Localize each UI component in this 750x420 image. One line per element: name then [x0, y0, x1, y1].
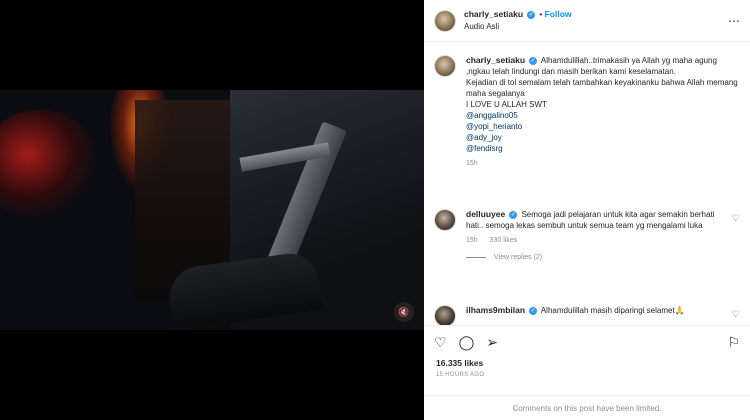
comment-time[interactable]: 15h: [466, 237, 478, 244]
likes-count[interactable]: 16.335 likes: [424, 358, 750, 368]
commenter-username[interactable]: delluuyee: [466, 209, 505, 219]
comment-like-heart-icon[interactable]: ♡: [732, 309, 740, 320]
comment-item: delluuyee ✓ Semoga jadi pelajaran untuk k…: [434, 209, 740, 261]
comment-body: ilhams9mbilan ✓ Alhamdulillah masih dipar…: [466, 305, 722, 316]
verified-badge-icon: ✓: [509, 210, 518, 219]
comment-like-heart-icon[interactable]: ♡: [732, 213, 740, 224]
caption-username[interactable]: charly_setiaku: [466, 55, 525, 65]
caption: charly_setiaku ✓ Alhamdulillah..trimakasi…: [434, 55, 740, 167]
caption-line: Kejadian di tol semalam telah tambahkan …: [466, 78, 738, 98]
replies-divider: [466, 257, 486, 258]
post-timestamp[interactable]: 15 HOURS AGO: [424, 368, 750, 378]
header-separator: •: [539, 10, 543, 19]
mute-toggle-button[interactable]: 🔇: [394, 302, 414, 322]
comments-section: charly_setiaku ✓ Alhamdulillah..trimakasi…: [424, 43, 750, 325]
bookmark-icon[interactable]: ⚐: [727, 335, 740, 349]
commenter-avatar[interactable]: [434, 209, 456, 231]
video-light-red: [0, 110, 100, 220]
post-media: 🔇: [0, 0, 424, 420]
speaker-muted-icon: 🔇: [398, 306, 410, 317]
verified-badge-icon: ✓: [527, 10, 536, 19]
caption-time[interactable]: 15h: [466, 160, 478, 167]
comment-body: delluuyee ✓ Semoga jadi pelajaran untuk k…: [466, 209, 722, 231]
mention-link[interactable]: @fendisrg: [466, 143, 740, 154]
caption-meta: 15h: [466, 160, 740, 167]
caption-body: charly_setiaku ✓ Alhamdulillah..trimakasi…: [466, 55, 740, 154]
post-sidebar: charly_setiaku ✓ • Follow Audio Asli ⋯ c…: [424, 0, 750, 420]
post-actions-area: ♡ ◯ ➢ ⚐ 16.335 likes 15 HOURS AGO: [424, 325, 750, 378]
comment-icon[interactable]: ◯: [459, 335, 475, 349]
verified-badge-icon: ✓: [529, 306, 538, 315]
author-username[interactable]: charly_setiaku: [464, 9, 523, 19]
post-header: charly_setiaku ✓ • Follow Audio Asli ⋯: [424, 0, 750, 42]
audio-link[interactable]: Audio Asli: [464, 21, 572, 33]
comments-limited-notice: Comments on this post have been limited.: [424, 395, 750, 420]
comment-item: ilhams9mbilan ✓ Alhamdulillah masih dipar…: [434, 305, 740, 325]
send-icon[interactable]: ➢: [486, 335, 498, 349]
comment-meta: 15h 330 likes: [466, 237, 740, 244]
verified-badge-icon: ✓: [529, 56, 538, 65]
caption-avatar[interactable]: [434, 55, 456, 77]
video-player[interactable]: [0, 90, 424, 330]
heart-icon[interactable]: ♡: [434, 335, 447, 349]
view-replies-label: View replies (2): [494, 254, 543, 261]
caption-line: I LOVE U ALLAH SWT: [466, 100, 547, 109]
view-replies-button[interactable]: View replies (2): [466, 254, 740, 261]
post-header-text: charly_setiaku ✓ • Follow Audio Asli: [464, 8, 572, 33]
mention-link[interactable]: @yopi_herianto: [466, 121, 740, 132]
commenter-username[interactable]: ilhams9mbilan: [466, 305, 525, 315]
follow-button[interactable]: Follow: [545, 9, 572, 19]
mention-link[interactable]: @ady_joy: [466, 132, 740, 143]
action-bar: ♡ ◯ ➢ ⚐: [424, 326, 750, 358]
comment-likes[interactable]: 330 likes: [490, 237, 518, 244]
commenter-avatar[interactable]: [434, 305, 456, 325]
more-options-icon[interactable]: ⋯: [728, 14, 740, 28]
comment-text: Alhamdulillah masih diparingi selamet🙏: [540, 306, 685, 315]
author-avatar[interactable]: [434, 9, 456, 32]
mention-link[interactable]: @anggalino05: [466, 110, 740, 121]
